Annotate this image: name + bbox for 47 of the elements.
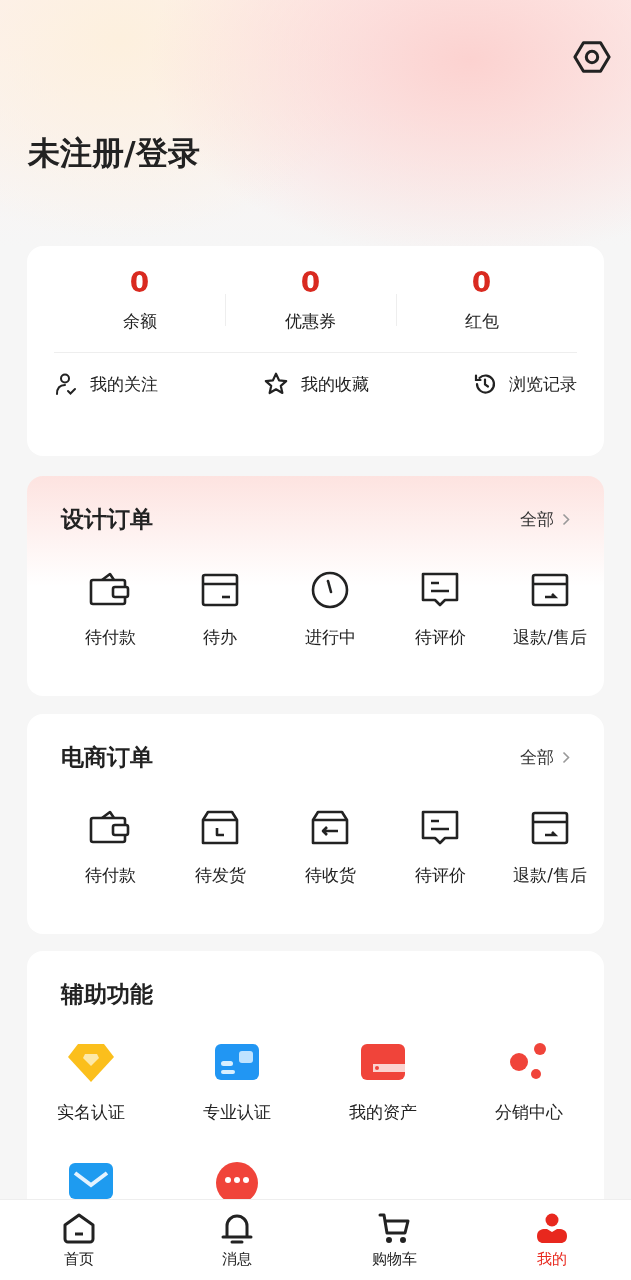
envelope-icon[interactable] xyxy=(67,1161,115,1201)
person-check-icon[interactable] xyxy=(54,372,78,396)
view-all-link[interactable]: 全部 xyxy=(520,507,554,531)
cart-icon xyxy=(377,1212,412,1244)
stat-label[interactable]: 优惠券 xyxy=(285,310,336,332)
person-icon xyxy=(535,1212,570,1244)
quick-link[interactable]: 我的关注 xyxy=(90,372,158,396)
stat-label[interactable]: 红包 xyxy=(464,310,499,332)
tab[interactable]: 我的 xyxy=(473,1200,631,1280)
quick-link[interactable]: 我的收藏 xyxy=(300,372,369,396)
view-all-link[interactable]: 全部 xyxy=(520,745,554,769)
settings-icon[interactable] xyxy=(573,38,611,76)
stat-value[interactable]: 0 xyxy=(471,266,492,300)
stat-value[interactable]: 0 xyxy=(129,266,150,300)
order-status[interactable]: 退款/售后 xyxy=(513,626,587,649)
order-status[interactable]: 待办 xyxy=(203,626,237,649)
tool-label[interactable]: 分销中心 xyxy=(495,1101,563,1124)
tool-label[interactable]: 实名认证 xyxy=(57,1101,125,1124)
chevron-right-icon[interactable] xyxy=(562,750,570,764)
tab[interactable]: 购物车 xyxy=(315,1200,474,1280)
order-status[interactable]: 待收货 xyxy=(304,864,356,887)
quick-link[interactable]: 浏览记录 xyxy=(509,372,577,396)
section-title: 设计订单 xyxy=(61,504,153,534)
order-status[interactable]: 待发货 xyxy=(194,864,246,887)
tab[interactable]: 首页 xyxy=(0,1200,158,1280)
star-icon[interactable] xyxy=(262,371,289,397)
tab[interactable]: 消息 xyxy=(157,1200,316,1280)
order-status[interactable]: 待付款 xyxy=(84,864,136,887)
order-status[interactable]: 待付款 xyxy=(84,626,136,649)
bell-icon xyxy=(219,1212,254,1244)
tool-label[interactable]: 专业认证 xyxy=(203,1101,271,1124)
home-icon xyxy=(61,1212,96,1244)
chevron-right-icon[interactable] xyxy=(562,512,570,526)
history-icon[interactable] xyxy=(473,372,497,396)
id-card-icon[interactable] xyxy=(213,1042,261,1082)
login-title[interactable]: 未注册/登录 xyxy=(28,132,200,176)
stat-label[interactable]: 余额 xyxy=(122,310,157,332)
order-status[interactable]: 进行中 xyxy=(304,626,356,649)
order-status[interactable]: 待评价 xyxy=(414,864,466,887)
stat-value[interactable]: 0 xyxy=(300,266,321,300)
chat-bubble-icon[interactable] xyxy=(214,1160,260,1202)
clock-icon[interactable] xyxy=(310,570,350,610)
order-status[interactable]: 待评价 xyxy=(414,626,466,649)
section-title: 电商订单 xyxy=(61,742,153,772)
tool-label[interactable]: 我的资产 xyxy=(349,1101,417,1124)
order-status[interactable]: 退款/售后 xyxy=(513,864,587,887)
section-title: 辅助功能 xyxy=(61,979,153,1009)
